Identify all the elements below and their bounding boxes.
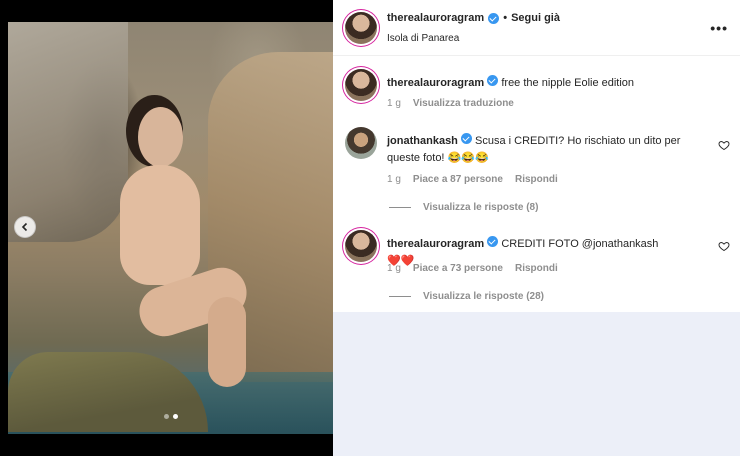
avatar[interactable] <box>345 69 377 101</box>
post-dialog: therealauroragram • Segui già Isola di P… <box>0 0 740 456</box>
avatar[interactable] <box>345 127 377 159</box>
view-replies-label: Visualizza le risposte (8) <box>423 202 539 213</box>
comment-time: 1 g <box>387 174 401 185</box>
comment-username[interactable]: therealauroragram <box>387 238 484 250</box>
comment-text: free the nipple Eolie edition <box>501 77 635 89</box>
comment-username[interactable]: jonathankash <box>387 135 458 147</box>
comment-text: CREDITI FOTO @jonathankash <box>501 238 659 250</box>
header-username[interactable]: therealauroragram <box>387 12 484 24</box>
location-link[interactable]: Isola di Panarea <box>387 33 459 44</box>
carousel-dot-active <box>173 414 178 419</box>
carousel-dot <box>164 414 169 419</box>
view-replies-button[interactable]: Visualizza le risposte (28) <box>389 291 544 302</box>
carousel-prev-button[interactable] <box>14 216 36 238</box>
reply-button[interactable]: Rispondi <box>515 263 558 274</box>
verified-badge-icon <box>487 236 499 247</box>
comment-username[interactable]: therealauroragram <box>387 77 484 89</box>
like-heart-icon[interactable] <box>718 139 730 151</box>
panel-background <box>333 312 740 456</box>
carousel-dots <box>164 414 178 419</box>
media-panel <box>0 0 333 456</box>
comments-list: therealauroragram free the nipple Eolie … <box>333 56 740 312</box>
view-replies-label: Visualizza le risposte (28) <box>423 291 544 302</box>
divider-line <box>389 207 411 208</box>
view-replies-button[interactable]: Visualizza le risposte (8) <box>389 202 538 213</box>
translate-button[interactable]: Visualizza traduzione <box>413 98 514 109</box>
divider-line <box>389 296 411 297</box>
header-separator: • <box>503 12 508 24</box>
post-header: therealauroragram • Segui già Isola di P… <box>333 0 740 56</box>
avatar[interactable] <box>345 12 377 44</box>
comments-panel: therealauroragram • Segui già Isola di P… <box>333 0 740 456</box>
likes-count[interactable]: Piace a 87 persone <box>413 174 503 185</box>
likes-count[interactable]: Piace a 73 persone <box>413 263 503 274</box>
like-heart-icon[interactable] <box>718 240 730 252</box>
avatar[interactable] <box>345 230 377 262</box>
post-photo[interactable] <box>8 22 333 434</box>
chevron-left-icon <box>21 222 28 232</box>
follow-button[interactable]: Segui già <box>511 12 560 24</box>
verified-badge-icon <box>460 133 472 144</box>
reply-button[interactable]: Rispondi <box>515 174 558 185</box>
person-silhouette <box>98 107 254 387</box>
verified-badge-icon <box>487 75 499 86</box>
comment-time: 1 g <box>387 263 401 274</box>
verified-badge-icon <box>488 12 500 24</box>
more-options-icon[interactable]: ••• <box>710 20 728 36</box>
comment-time: 1 g <box>387 98 401 109</box>
comment-emoji: 😂😂😂 <box>447 152 489 164</box>
